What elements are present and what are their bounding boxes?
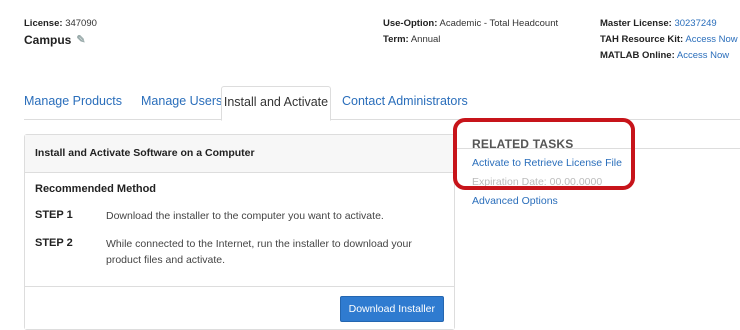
install-panel: Install and Activate Software on a Compu… <box>24 134 455 330</box>
panel-footer: Download Installer <box>25 286 454 329</box>
tab-manage-users[interactable]: Manage Users <box>141 86 222 118</box>
license-number: 347090 <box>65 18 97 29</box>
advanced-options-link[interactable]: Advanced Options <box>472 195 558 207</box>
step-1-label: STEP 1 <box>35 209 73 221</box>
step-2-label: STEP 2 <box>35 237 73 249</box>
license-name: Campus <box>24 33 72 47</box>
download-installer-button[interactable]: Download Installer <box>339 296 444 322</box>
use-option-value: Academic - Total Headcount <box>439 18 559 29</box>
master-license-label: Master License: <box>600 18 672 29</box>
highlight-box <box>453 118 635 190</box>
use-option-label: Use-Option: <box>383 18 438 29</box>
matlab-access-link[interactable]: Access Now <box>677 50 729 61</box>
license-name-row: Campus ✎ <box>24 32 97 48</box>
matlab-online-label: MATLAB Online: <box>600 50 675 61</box>
term-value: Annual <box>410 34 441 45</box>
tab-contact-administrators[interactable]: Contact Administrators <box>342 86 468 118</box>
step-2-text: While connected to the Internet, run the… <box>106 238 412 266</box>
tab-manage-products[interactable]: Manage Products <box>24 86 122 118</box>
tab-install-activate[interactable]: Install and Activate <box>221 86 331 121</box>
tab-bar: Manage Products Manage Users Install and… <box>24 86 740 121</box>
panel-title: Install and Activate Software on a Compu… <box>25 135 454 173</box>
step-1-text: Download the installer to the computer y… <box>106 210 384 222</box>
term-label: Term: <box>383 34 409 45</box>
edit-pencil-icon[interactable]: ✎ <box>76 32 85 48</box>
recommended-method-heading: Recommended Method <box>35 183 157 195</box>
tah-access-link[interactable]: Access Now <box>685 34 737 45</box>
license-label: License: <box>24 18 63 29</box>
master-license-info: Master License: 30237249 TAH Resource Ki… <box>600 16 738 64</box>
master-license-link[interactable]: 30237249 <box>674 18 716 29</box>
license-meta: Use-Option: Academic - Total Headcount T… <box>383 16 558 48</box>
tah-resource-label: TAH Resource Kit: <box>600 34 684 45</box>
license-info: License: 347090 Campus ✎ <box>24 16 97 48</box>
